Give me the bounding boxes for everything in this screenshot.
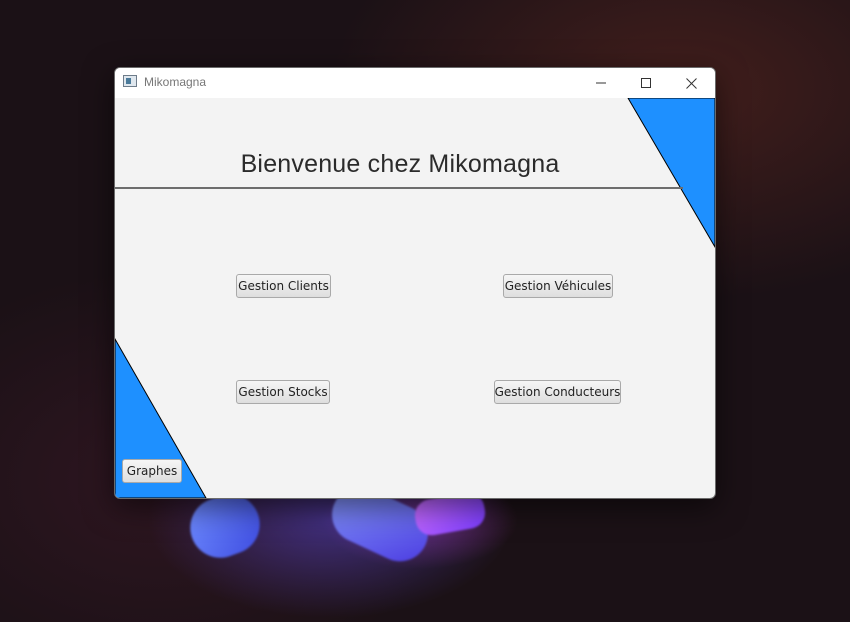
- minimize-icon: [596, 82, 606, 84]
- minimize-button[interactable]: [578, 68, 624, 98]
- maximize-icon: [641, 78, 651, 88]
- app-window: Mikomagna Bienvenue chez Mikomagna Gesti…: [114, 67, 716, 499]
- gestion-clients-button[interactable]: Gestion Clients: [236, 274, 331, 298]
- graphes-button[interactable]: Graphes: [122, 459, 182, 483]
- app-icon: [123, 75, 137, 87]
- gestion-stocks-button[interactable]: Gestion Stocks: [236, 380, 330, 404]
- title-bar[interactable]: Mikomagna: [115, 68, 715, 98]
- main-panel: Bienvenue chez Mikomagna Gestion Clients…: [115, 98, 715, 498]
- welcome-heading: Bienvenue chez Mikomagna: [240, 150, 560, 178]
- gestion-conducteurs-button[interactable]: Gestion Conducteurs: [494, 380, 621, 404]
- window-title: Mikomagna: [144, 75, 207, 89]
- heading-divider: [115, 187, 683, 189]
- gestion-vehicules-button[interactable]: Gestion Véhicules: [503, 274, 613, 298]
- maximize-button[interactable]: [623, 68, 669, 98]
- close-button[interactable]: [668, 68, 714, 98]
- close-icon: [685, 77, 697, 89]
